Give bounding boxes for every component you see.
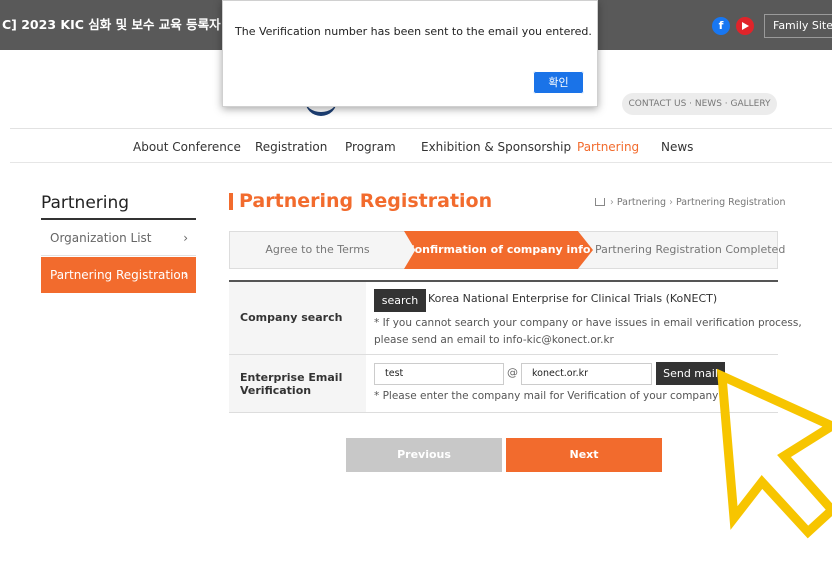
step-agree-terms: Agree to the Terms (265, 243, 370, 256)
previous-button[interactable]: Previous (346, 438, 502, 472)
youtube-icon[interactable] (736, 17, 754, 35)
nav-exhibition-sponsorship[interactable]: Exhibition & Sponsorship (421, 140, 571, 154)
next-button[interactable]: Next (506, 438, 662, 472)
nav-registration[interactable]: Registration (255, 140, 327, 154)
dialog-message: The Verification number has been sent to… (235, 25, 592, 38)
sidebar-item-label: Organization List (50, 231, 152, 245)
home-icon[interactable] (595, 198, 605, 206)
email-label-line2: Verification (240, 384, 312, 397)
company-search-label: Company search (229, 282, 366, 354)
company-search-hint: * If you cannot search your company or h… (374, 317, 802, 329)
step-registration-completed: Partnering Registration Completed (595, 243, 786, 256)
nav-about-conference[interactable]: About Conference (133, 140, 241, 154)
nav-program[interactable]: Program (345, 140, 396, 154)
nav-news[interactable]: News (661, 140, 693, 154)
title-accent-bar (229, 193, 233, 210)
email-hint: * Please enter the company mail for Veri… (374, 390, 719, 402)
search-button[interactable]: search (374, 289, 426, 312)
company-name: Korea National Enterprise for Clinical T… (428, 292, 718, 305)
nav-partnering[interactable]: Partnering (577, 140, 639, 154)
divider (229, 412, 778, 413)
page-title: Partnering Registration (239, 190, 493, 212)
sidebar-item-organization-list[interactable]: Organization List › (41, 220, 196, 256)
family-site-button[interactable]: Family Site (764, 14, 832, 38)
sidebar-title: Partnering (41, 193, 130, 213)
divider (10, 128, 832, 129)
divider (10, 162, 832, 163)
at-sign: @ (507, 366, 518, 379)
email-verification-label: Enterprise Email Verification (229, 355, 366, 412)
email-label-line1: Enterprise Email (240, 371, 343, 384)
facebook-icon[interactable]: f (712, 17, 730, 35)
notice-link[interactable]: C] 2023 KIC 심화 및 보수 교육 등록자 안내시 (0, 0, 260, 50)
pointer-cursor-icon (716, 368, 832, 539)
breadcrumb-item[interactable]: Partnering Registration (676, 197, 786, 208)
alert-dialog: The Verification number has been sent to… (222, 0, 598, 107)
chevron-right-icon: › (183, 268, 188, 282)
ok-button[interactable]: 확인 (533, 71, 584, 94)
breadcrumb: › Partnering › Partnering Registration (595, 197, 785, 208)
step-indicator: Agree to the Terms Confirmation of compa… (229, 231, 786, 269)
email-local-input[interactable]: test (374, 363, 504, 385)
sidebar-item-label: Partnering Registration (50, 268, 189, 282)
step-confirm-company: Confirmation of company info (404, 231, 593, 269)
email-domain-input[interactable]: konect.or.kr (521, 363, 652, 385)
util-menu[interactable]: CONTACT US · NEWS · GALLERY (622, 93, 777, 115)
chevron-right-icon: › (183, 231, 188, 245)
company-search-hint-contact: please send an email to info-kic@konect.… (374, 334, 614, 346)
sidebar-item-partnering-registration[interactable]: Partnering Registration › (41, 257, 196, 293)
breadcrumb-item[interactable]: Partnering (617, 197, 666, 208)
